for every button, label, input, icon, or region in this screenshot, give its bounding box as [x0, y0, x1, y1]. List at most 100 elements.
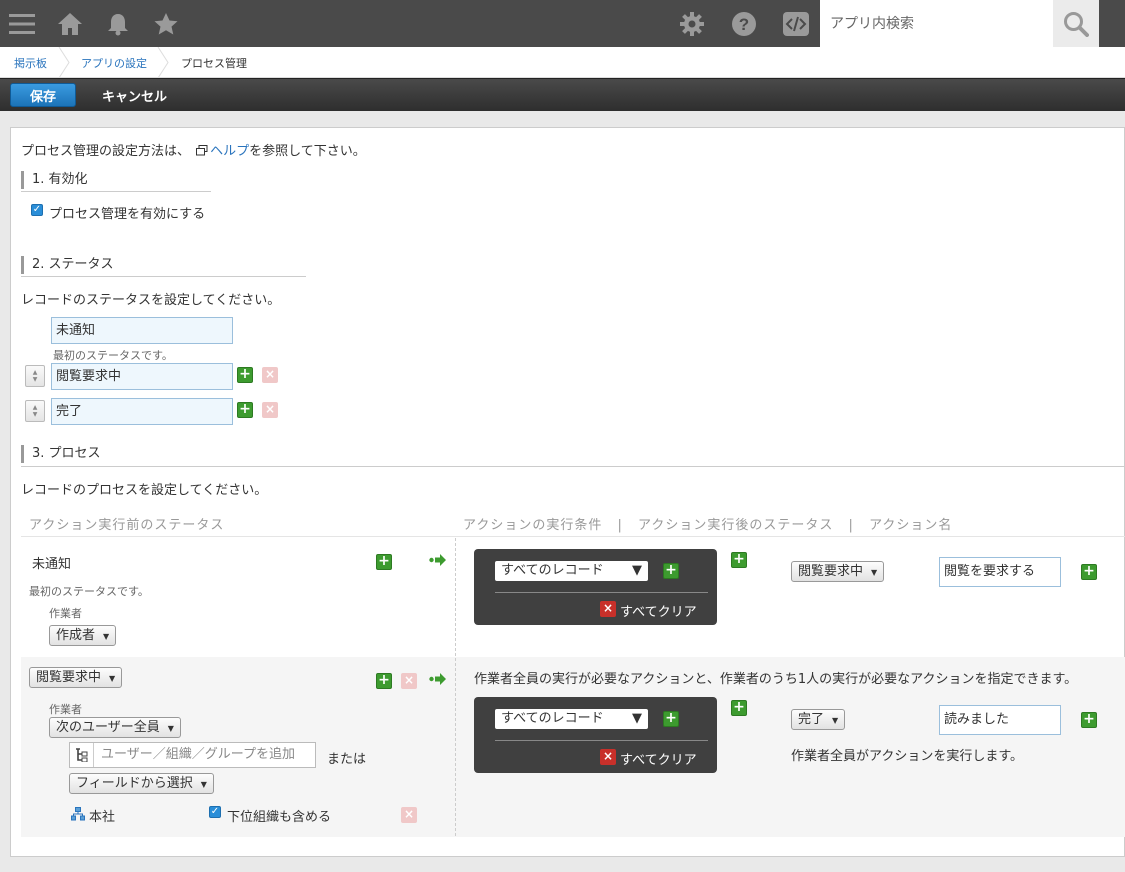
row1-assignee-dropdown[interactable]: 作成者 ▼	[49, 625, 117, 646]
breadcrumb-item-board[interactable]: 掲示板	[14, 55, 47, 71]
status-input-1[interactable]: 未通知	[51, 317, 233, 344]
row1-add-condition-button[interactable]: +	[663, 563, 679, 579]
row2-add-action-button[interactable]: +	[376, 673, 392, 689]
arrow-right-icon	[429, 554, 446, 566]
column-header-condition: アクションの実行条件	[463, 518, 603, 533]
org-tree-icon[interactable]	[70, 743, 94, 767]
enable-process-checkbox[interactable]: ✓	[31, 204, 43, 216]
help-link[interactable]: ヘルプ	[210, 144, 249, 159]
row1-assignee-label: 作業者	[49, 607, 82, 620]
row2-action-note: 作業者全員がアクションを実行します。	[791, 749, 1024, 764]
home-icon[interactable]	[54, 8, 86, 40]
top-header: ?	[0, 0, 1125, 47]
remove-org-button[interactable]: ×	[401, 807, 417, 823]
delete-status-button[interactable]: ×	[262, 402, 278, 418]
bell-icon[interactable]	[102, 8, 134, 40]
search-icon	[1064, 11, 1089, 37]
status-input-3[interactable]: 完了	[51, 398, 233, 425]
column-header-before-status: アクション実行前のステータス	[29, 518, 225, 533]
star-icon[interactable]	[150, 8, 182, 40]
row1-condition-select[interactable]: すべてのレコード ▼	[495, 561, 648, 581]
row2-action-name-input[interactable]: 読みました	[939, 705, 1061, 735]
row1-add-action-name-button[interactable]: +	[1081, 564, 1097, 580]
section-title-enable: 1. 有効化	[21, 171, 88, 189]
section-title-status: 2. ステータス	[21, 256, 114, 274]
help-icon[interactable]: ?	[728, 8, 760, 40]
row2-condition-box: すべてのレコード ▼ + × すべてクリア	[468, 697, 717, 773]
row2-assignee-dropdown[interactable]: 次のユーザー全員 ▼	[49, 717, 181, 738]
row2-assignee-label: 作業者	[49, 703, 82, 716]
column-header-after-status: アクション実行後のステータス	[638, 518, 834, 533]
row1-next-status-dropdown[interactable]: 閲覧要求中 ▼	[791, 561, 885, 582]
add-status-button[interactable]: +	[237, 367, 253, 383]
include-sub-org-label: 下位組織も含める	[227, 810, 332, 825]
row1-clear-all-button[interactable]: すべてクリア	[620, 601, 697, 620]
row1-action-name-input[interactable]: 閲覧を要求する	[939, 557, 1061, 587]
caret-down-icon: ▼	[200, 780, 207, 789]
column-header-action-name: アクション名	[869, 518, 953, 533]
breadcrumb-separator-icon	[58, 47, 70, 78]
caret-down-icon: ▼	[871, 568, 878, 577]
column-divider	[455, 538, 456, 656]
caret-down-icon: ▼	[632, 563, 642, 578]
section-divider	[21, 276, 306, 277]
row2-info-text: 作業者全員の実行が必要なアクションと、作業者のうち1人の実行が必要なアクションを…	[474, 672, 1078, 687]
row2-add-action-name-button[interactable]: +	[1081, 712, 1097, 728]
row2-clear-all-button[interactable]: すべてクリア	[620, 749, 697, 768]
external-window-icon	[196, 145, 208, 156]
or-label: または	[327, 752, 367, 767]
first-status-note: 最初のステータスです。	[53, 349, 173, 362]
status-input-2[interactable]: 閲覧要求中	[51, 363, 233, 390]
org-name: 本社	[89, 810, 116, 825]
row2-delete-action-button[interactable]: ×	[401, 673, 417, 689]
row1-status-label: 未通知	[32, 557, 72, 572]
enable-process-label: プロセス管理を有効にする	[49, 207, 206, 222]
cancel-button[interactable]: キャンセル	[94, 83, 175, 107]
arrow-right-icon	[429, 673, 446, 685]
member-add-input[interactable]: ユーザー／組織／グループを追加	[69, 742, 316, 768]
caret-down-icon: ▼	[167, 724, 174, 733]
delete-status-button[interactable]: ×	[262, 367, 278, 383]
breadcrumb-item-current: プロセス管理	[181, 57, 247, 70]
caret-down-icon: ▼	[832, 716, 839, 725]
section-divider	[21, 191, 211, 192]
include-sub-org-checkbox[interactable]: ✓	[209, 806, 221, 818]
code-icon[interactable]	[780, 8, 812, 40]
action-bar: 保存 キャンセル	[0, 78, 1125, 111]
organization-icon	[71, 807, 85, 821]
section-divider	[21, 466, 1125, 467]
gear-icon[interactable]	[676, 8, 708, 40]
svg-text:?: ?	[739, 15, 749, 34]
field-select-dropdown[interactable]: フィールドから選択 ▼	[69, 773, 214, 794]
search-input[interactable]	[820, 0, 1053, 47]
reorder-handle[interactable]: ▲ ▼	[25, 400, 45, 422]
breadcrumb-separator-icon	[157, 47, 169, 78]
row2-add-branch-button[interactable]: +	[731, 700, 747, 716]
column-divider	[455, 658, 456, 836]
column-headers-right: アクションの実行条件 | アクション実行後のステータス | アクション名	[463, 518, 953, 533]
caret-down-icon: ▼	[109, 674, 116, 683]
add-status-button[interactable]: +	[237, 402, 253, 418]
status-description: レコードのステータスを設定してください。	[21, 293, 281, 308]
header-divider	[21, 536, 1125, 537]
breadcrumb: 掲示板 アプリの設定 プロセス管理	[0, 47, 1125, 78]
menu-icon[interactable]	[6, 8, 38, 40]
breadcrumb-item-app-settings[interactable]: アプリの設定	[81, 55, 147, 71]
row1-condition-box: すべてのレコード ▼ + × すべてクリア	[468, 549, 717, 625]
row2-clear-all-icon[interactable]: ×	[600, 749, 616, 765]
search-button[interactable]	[1053, 0, 1099, 47]
intro-text: プロセス管理の設定方法は、 ヘルプを参照して下さい。	[21, 144, 366, 159]
row2-add-condition-button[interactable]: +	[663, 711, 679, 727]
process-description: レコードのプロセスを設定してください。	[21, 483, 268, 498]
row2-next-status-dropdown[interactable]: 完了 ▼	[791, 709, 846, 730]
reorder-handle[interactable]: ▲ ▼	[25, 365, 45, 387]
caret-down-icon: ▼	[632, 711, 642, 726]
row1-add-action-button[interactable]: +	[376, 554, 392, 570]
row1-add-branch-button[interactable]: +	[731, 552, 747, 568]
row2-condition-select[interactable]: すべてのレコード ▼	[495, 709, 648, 729]
row2-status-dropdown[interactable]: 閲覧要求中 ▼	[29, 667, 123, 688]
row1-clear-all-icon[interactable]: ×	[600, 601, 616, 617]
save-button[interactable]: 保存	[10, 83, 76, 107]
section-title-process: 3. プロセス	[21, 445, 101, 463]
settings-panel: プロセス管理の設定方法は、 ヘルプを参照して下さい。 1. 有効化 ✓ プロセス…	[10, 127, 1125, 857]
